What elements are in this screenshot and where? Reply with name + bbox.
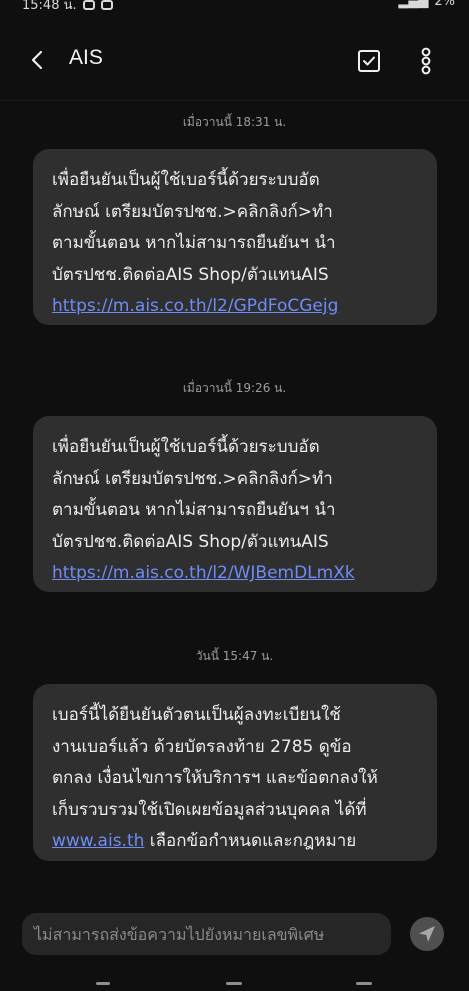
message-timestamp: วันนี้ 15:47 น. <box>195 649 274 663</box>
message-line: เพื่อยืนยันเป็นผู้ใช้เบอร์นี้ด้วยระบบอัต <box>52 437 320 457</box>
message-timestamp: เมื่อวานนี้ 18:31 น. <box>182 115 287 129</box>
message-line: ตามขั้นตอน หากไม่สามารถยืนยันฯ นำ <box>52 500 336 520</box>
checkbox-icon[interactable] <box>356 48 382 74</box>
conversation-title: AIS <box>69 46 103 69</box>
system-navigation-bar <box>0 976 469 991</box>
battery-level: 2% <box>434 0 455 9</box>
arrow-left-icon[interactable] <box>26 48 50 72</box>
nav-back-icon[interactable] <box>96 982 110 985</box>
message-link[interactable]: https://m.ais.co.th/l2/GPdFoCGejg <box>52 296 338 316</box>
message-bubble[interactable]: เบอร์นี้ได้ยืนยันตัวตนเป็นผู้ลงทะเบียนใช… <box>33 684 437 861</box>
message-line: งานเบอร์แล้ว ด้วยบัตรลงท้าย 2785 ดูข้อ <box>52 736 352 757</box>
message-link[interactable]: www.ais.th <box>52 831 144 851</box>
send-icon <box>419 926 435 942</box>
message-line: บัตรปชช.ติดต่อAIS Shop/ตัวแทนAIS <box>52 264 329 285</box>
message-line: บัตรปชช.ติดต่อAIS Shop/ตัวแทนAIS <box>52 531 329 552</box>
notification-icon <box>100 0 113 10</box>
message-line: เลือกข้อกำหนดและกฎหมาย <box>144 831 357 851</box>
message-line: ลักษณ์ เตรียมบัตรปชช.>คลิกลิงก์>ทำ <box>52 201 333 222</box>
more-vertical-icon[interactable] <box>414 46 438 76</box>
notification-icon <box>82 0 95 10</box>
app-header: AIS <box>0 24 469 100</box>
message-input[interactable]: ไม่สามารถส่งข้อความไปยังหมายเลขพิเศษ <box>22 913 391 955</box>
message-line: ลักษณ์ เตรียมบัตรปชช.>คลิกลิงก์>ทำ <box>52 468 333 489</box>
header-divider <box>0 100 469 101</box>
status-time: 15:48 น. <box>22 0 77 13</box>
message-line: ตามขั้นตอน หากไม่สามารถยืนยันฯ นำ <box>52 233 336 253</box>
message-line: เพื่อยืนยันเป็นผู้ใช้เบอร์นี้ด้วยระบบอัต <box>52 170 320 190</box>
message-bubble[interactable]: เพื่อยืนยันเป็นผู้ใช้เบอร์นี้ด้วยระบบอัต… <box>33 149 437 325</box>
message-timestamp: เมื่อวานนี้ 19:26 น. <box>182 381 287 395</box>
nav-recents-icon[interactable] <box>356 982 372 985</box>
signal-icon: ▂▄▆ <box>398 0 429 9</box>
nav-home-icon[interactable] <box>226 982 242 985</box>
message-line: เก็บรวบรวมใช้เปิดเผยข้อมูลส่วนบุคคล ได้ท… <box>52 799 367 820</box>
message-line: ตกลง เงื่อนไขการให้บริการฯ และข้อตกลงให้ <box>52 768 378 788</box>
status-bar: 15:48 น. ▂▄▆ 2% <box>0 0 469 14</box>
send-button[interactable] <box>410 917 444 951</box>
message-line: เบอร์นี้ได้ยืนยันตัวตนเป็นผู้ลงทะเบียนใช… <box>52 705 341 725</box>
message-link[interactable]: https://m.ais.co.th/l2/WJBemDLmXk <box>52 563 355 583</box>
message-bubble[interactable]: เพื่อยืนยันเป็นผู้ใช้เบอร์นี้ด้วยระบบอัต… <box>33 416 437 592</box>
message-input-placeholder: ไม่สามารถส่งข้อความไปยังหมายเลขพิเศษ <box>34 925 325 944</box>
